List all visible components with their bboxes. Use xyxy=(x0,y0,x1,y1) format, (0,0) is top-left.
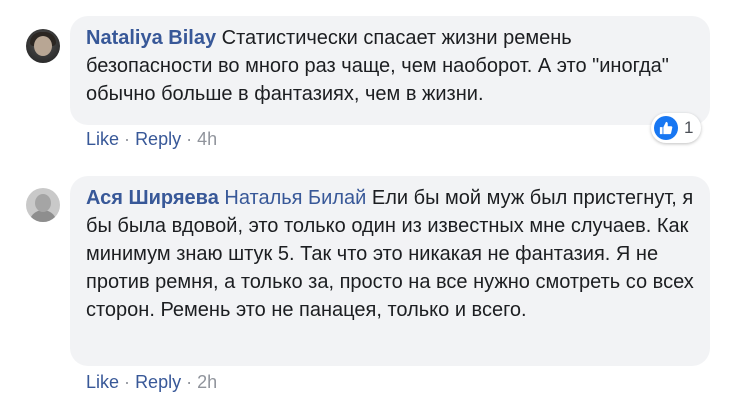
comment-actions: Like · Reply · 4h xyxy=(86,129,217,150)
comment-author[interactable]: Nataliya Bilay xyxy=(86,27,216,49)
separator: · xyxy=(186,372,193,392)
separator: · xyxy=(124,129,131,149)
separator: · xyxy=(186,129,193,149)
comment-bubble: Ася Ширяева Наталья Билай Ели бы мой муж… xyxy=(70,176,710,366)
reply-link[interactable]: Reply xyxy=(135,129,181,150)
comment-actions: Like · Reply · 2h xyxy=(86,372,217,393)
avatar[interactable] xyxy=(26,188,60,222)
comment-timestamp[interactable]: 4h xyxy=(197,129,217,150)
avatar[interactable] xyxy=(26,29,60,63)
reaction-count: 1 xyxy=(684,118,694,137)
comment-bubble: Nataliya Bilay Статистически спасает жиз… xyxy=(70,16,710,125)
comment-mention[interactable]: Наталья Билай xyxy=(224,187,366,209)
comment-timestamp[interactable]: 2h xyxy=(197,372,217,393)
separator: · xyxy=(124,372,131,392)
like-link[interactable]: Like xyxy=(86,372,119,393)
reply-link[interactable]: Reply xyxy=(135,372,181,393)
like-thumb-icon xyxy=(654,116,678,140)
like-link[interactable]: Like xyxy=(86,129,119,150)
comment-author[interactable]: Ася Ширяева xyxy=(86,187,219,209)
reaction-count-badge[interactable]: 1 xyxy=(651,113,702,143)
